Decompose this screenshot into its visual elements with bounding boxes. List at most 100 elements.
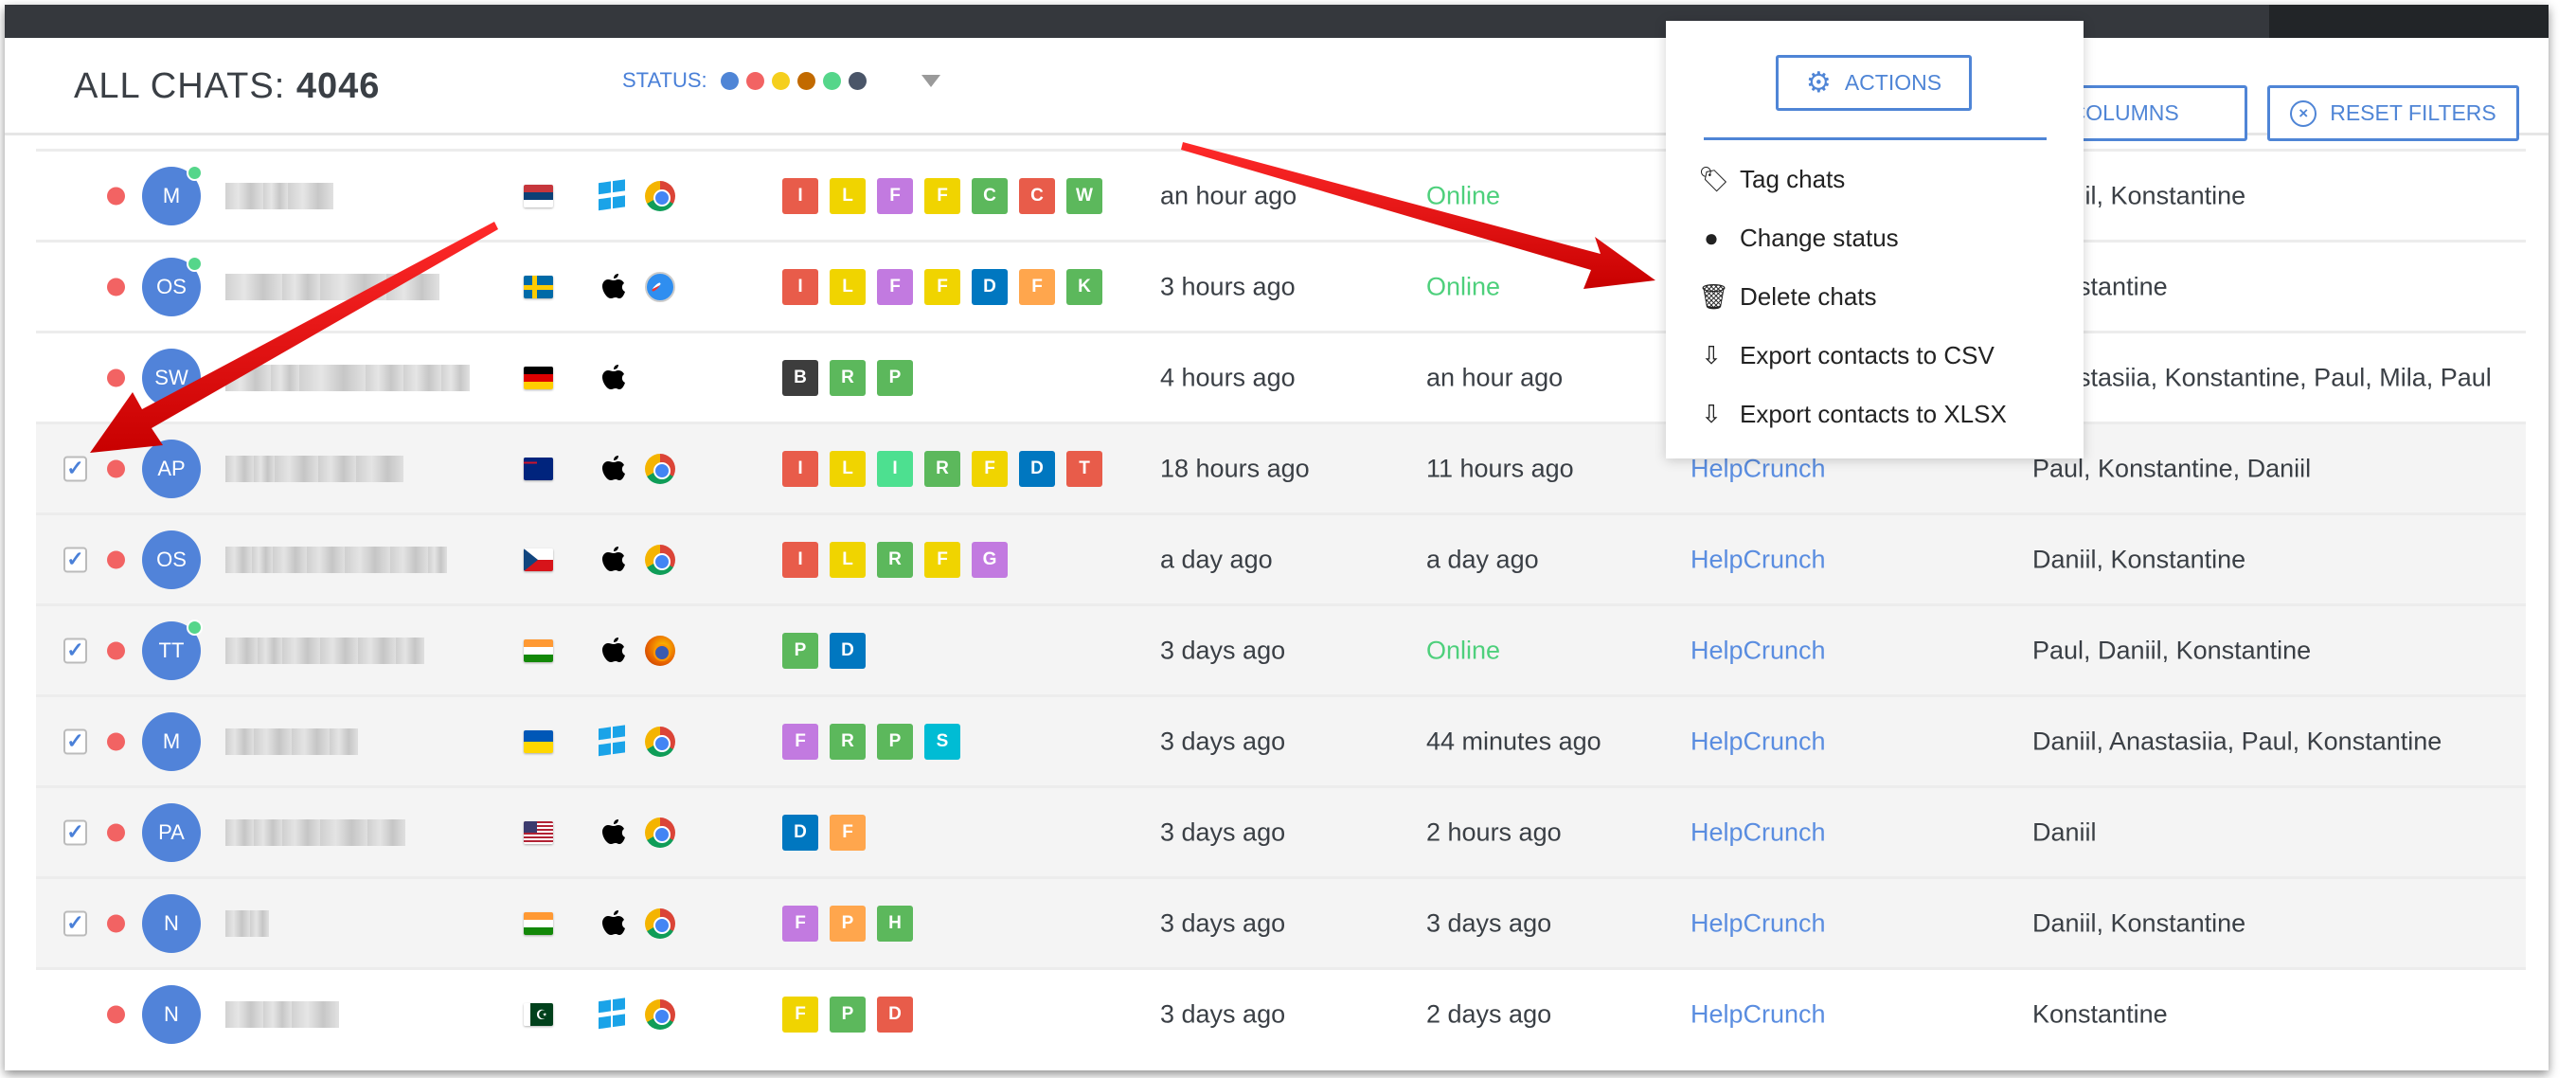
avatar[interactable]: M — [142, 164, 203, 225]
department-link[interactable]: HelpCrunch — [1690, 727, 1826, 756]
tag-badge[interactable]: F — [877, 177, 913, 214]
row-checkbox[interactable]: ✓ — [63, 638, 87, 663]
tag-badge[interactable]: F — [830, 814, 866, 851]
chat-row[interactable]: ✓ OS I L R F Ga day ago a day ago HelpCrunch Dani… — [36, 512, 2526, 603]
tag-badge[interactable]: K — [1066, 268, 1102, 305]
department-link[interactable]: HelpCrunch — [1690, 545, 1826, 574]
status-color-dot[interactable] — [796, 71, 815, 90]
tag-badge[interactable]: T — [1066, 450, 1102, 487]
department-link[interactable]: HelpCrunch — [1690, 908, 1826, 938]
avatar[interactable]: AP — [142, 439, 201, 498]
tag-badge[interactable]: C — [972, 177, 1008, 214]
tag-badge[interactable]: F — [972, 450, 1008, 487]
avatar[interactable]: SW — [142, 348, 201, 407]
tag-badge[interactable]: R — [924, 450, 960, 487]
avatar[interactable]: PA — [142, 802, 201, 862]
tag-badge[interactable]: F — [782, 996, 818, 1033]
reset-filters-button[interactable]: × RESET FILTERS — [2267, 85, 2519, 141]
tag-badge[interactable]: R — [877, 541, 913, 578]
assigned-agents: Anastasiia, Konstantine, Paul, Mila, Pau… — [2032, 363, 2492, 391]
checkmark-icon: ✓ — [66, 910, 84, 935]
tag-badge[interactable]: F — [924, 541, 960, 578]
assigned-agents: Daniil, Konstantine — [2032, 908, 2246, 937]
row-checkbox[interactable]: ✓ — [63, 910, 87, 936]
tag-badge[interactable]: I — [782, 450, 818, 487]
avatar[interactable]: OS — [142, 255, 203, 316]
department-link[interactable]: HelpCrunch — [1690, 636, 1826, 665]
menu-item-label: Export contacts to XLSX — [1740, 400, 2007, 428]
tag-badge[interactable]: B — [782, 359, 818, 396]
tag-badge[interactable]: L — [830, 268, 866, 305]
status-color-dot[interactable] — [848, 71, 867, 90]
avatar[interactable]: N — [142, 984, 201, 1044]
chat-row[interactable]: N ☪ F P D 3 days ago 2 days ago HelpCrunch Konst… — [36, 967, 2526, 1058]
status-color-dot[interactable] — [745, 71, 764, 90]
menu-item-export-contacts-to-xlsx[interactable]: ⇩ Export contacts to XLSX — [1698, 400, 2007, 429]
tag-badge[interactable]: H — [877, 905, 913, 942]
tag-badge[interactable]: S — [924, 723, 960, 760]
tag-badge[interactable]: P — [830, 996, 866, 1033]
flag-pakistan-icon: ☪ — [524, 1002, 553, 1026]
tag-badge[interactable]: I — [782, 541, 818, 578]
avatar[interactable]: TT — [142, 619, 203, 680]
blurred-name — [225, 909, 269, 937]
tag-badge[interactable]: D — [1019, 450, 1055, 487]
tag-badge[interactable]: I — [782, 177, 818, 214]
tag-badge[interactable]: D — [877, 996, 913, 1033]
row-checkbox[interactable]: ✓ — [63, 456, 87, 481]
tag-badge[interactable]: P — [877, 359, 913, 396]
menu-item-tag-chats[interactable]: 🏷 Tag chats — [1698, 165, 1845, 194]
chat-row[interactable]: ✓ M F R P S 3 days ago 44 minutes ago HelpCrunch… — [36, 694, 2526, 785]
menu-item-export-contacts-to-csv[interactable]: ⇩ Export contacts to CSV — [1698, 341, 1995, 370]
tag-badge[interactable]: R — [830, 723, 866, 760]
chat-row[interactable]: M I L F F C C Wan hour ago Online Daniil, Konstan… — [36, 149, 2526, 240]
tag-badge[interactable]: L — [830, 450, 866, 487]
actions-button[interactable]: ⚙ ACTIONS — [1776, 55, 1972, 111]
status-color-dot[interactable] — [822, 71, 841, 90]
tag-badge[interactable]: F — [924, 268, 960, 305]
tag-badge[interactable]: F — [782, 905, 818, 942]
avatar[interactable]: N — [142, 893, 201, 953]
status-color-dot[interactable] — [720, 71, 739, 90]
tag-list: ILFFDFK — [782, 268, 1102, 305]
tag-badge[interactable]: W — [1066, 177, 1102, 214]
status-filter[interactable]: STATUS: — [622, 68, 940, 93]
chat-row[interactable]: SW B R P 4 hours ago an hour ago Anastasiia, K… — [36, 331, 2526, 422]
tag-badge[interactable]: P — [782, 632, 818, 669]
chat-status-dot — [107, 368, 125, 386]
blurred-name — [225, 818, 405, 846]
tag-badge[interactable]: I — [877, 450, 913, 487]
menu-item-delete-chats[interactable]: 🗑 Delete chats — [1698, 282, 1877, 312]
status-color-dot[interactable] — [771, 71, 790, 90]
tag-badge[interactable]: P — [830, 905, 866, 942]
menu-item-change-status[interactable]: ● Change status — [1698, 224, 1899, 253]
tag-badge[interactable]: F — [782, 723, 818, 760]
department-link[interactable]: HelpCrunch — [1690, 999, 1826, 1029]
department-link[interactable]: HelpCrunch — [1690, 817, 1826, 847]
tag-badge[interactable]: P — [877, 723, 913, 760]
row-checkbox[interactable]: ✓ — [63, 547, 87, 572]
avatar[interactable]: OS — [142, 530, 201, 589]
chat-row[interactable]: OS I L F F D F K 3 hours ago Online Konstantine — [36, 240, 2526, 331]
tag-badge[interactable]: R — [830, 359, 866, 396]
avatar-initials: AP — [157, 456, 186, 480]
chat-row[interactable]: ✓ AP I L I R F D T 18 hours ago 11 hours ago HelpCr… — [36, 422, 2526, 512]
chat-row[interactable]: ✓ N F P H 3 days ago 3 days ago HelpCrunch Danii… — [36, 876, 2526, 967]
tag-badge[interactable]: I — [782, 268, 818, 305]
tag-badge[interactable]: C — [1019, 177, 1055, 214]
chat-row[interactable]: ✓ PA D F 3 days ago 2 hours ago HelpCrunch Dani… — [36, 785, 2526, 876]
row-checkbox[interactable]: ✓ — [63, 819, 87, 845]
tag-badge[interactable]: F — [924, 177, 960, 214]
tag-badge[interactable]: L — [830, 177, 866, 214]
avatar[interactable]: M — [142, 711, 201, 771]
tag-badge[interactable]: D — [972, 268, 1008, 305]
tag-badge[interactable]: D — [830, 632, 866, 669]
tag-badge[interactable]: D — [782, 814, 818, 851]
tag-badge[interactable]: G — [972, 541, 1008, 578]
tag-badge[interactable]: L — [830, 541, 866, 578]
row-checkbox[interactable]: ✓ — [63, 728, 87, 754]
caret-down-icon[interactable] — [921, 74, 940, 87]
chat-row[interactable]: ✓ TT P D 3 days ago Online HelpCrunch Paul, Dan… — [36, 603, 2526, 694]
tag-badge[interactable]: F — [1019, 268, 1055, 305]
tag-badge[interactable]: F — [877, 268, 913, 305]
